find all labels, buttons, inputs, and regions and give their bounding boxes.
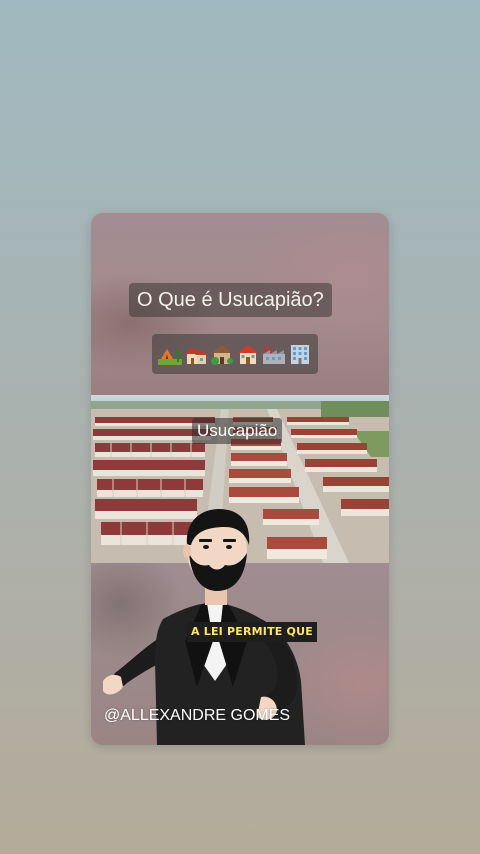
houses-icon (185, 347, 207, 364)
creator-watermark: @ALLEXANDRE GOMES (104, 707, 291, 724)
subtitle-caption: A LEI PERMITE QUE (187, 622, 317, 642)
house-icon (238, 345, 258, 364)
office-building-icon (291, 345, 309, 364)
video-card[interactable]: O Que é Usucapião? Usucapião A LEI PERMI… (91, 213, 389, 745)
photo-label: Usucapião (192, 418, 283, 444)
video-title: O Que é Usucapião? (129, 283, 332, 317)
emoji-row (152, 334, 318, 374)
factory-icon (263, 346, 285, 364)
derelict-house-icon (211, 345, 233, 365)
screen: { "video": { "title": "O Que é Usucapião… (0, 0, 480, 854)
camping-icon (158, 347, 182, 365)
